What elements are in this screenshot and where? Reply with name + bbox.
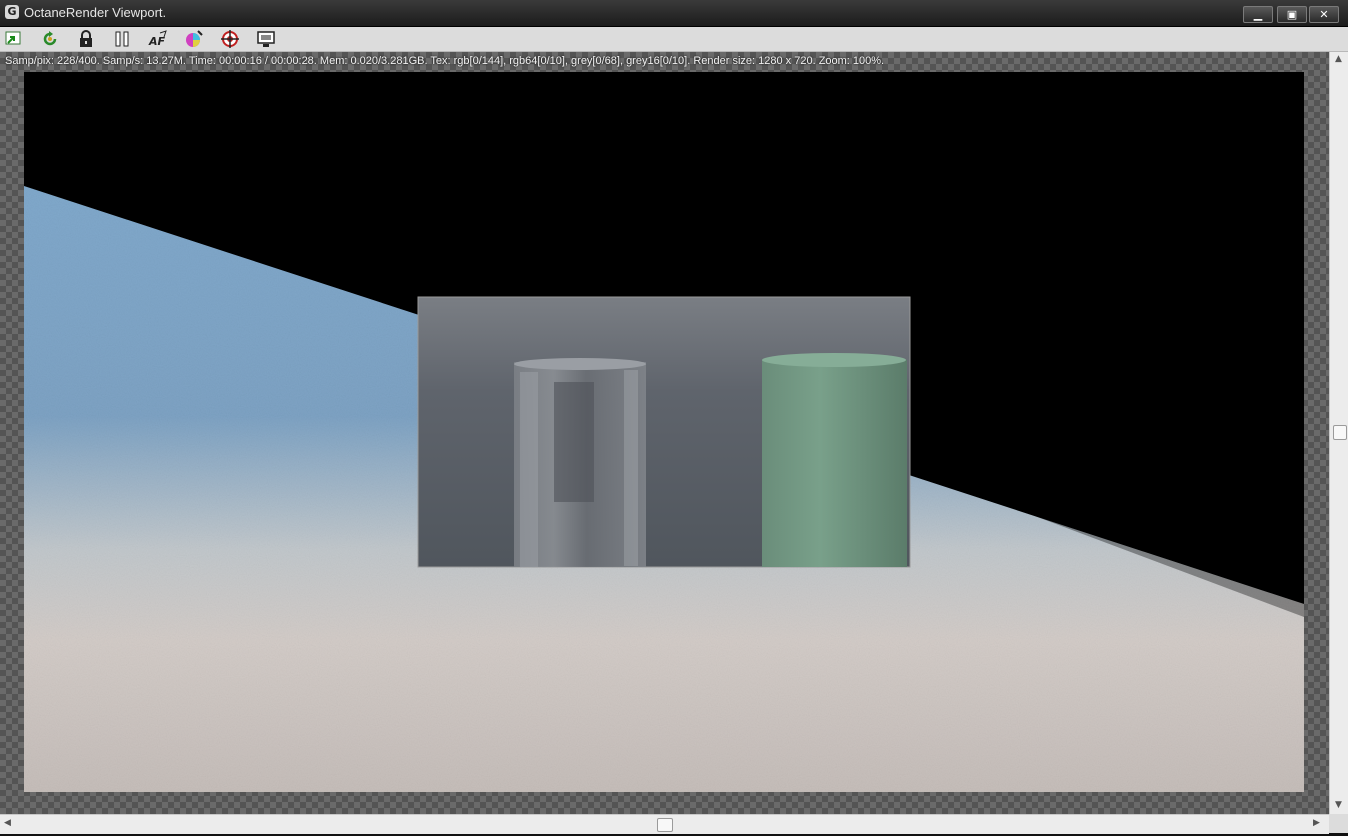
minimize-button[interactable]: ▁ [1243, 6, 1273, 23]
scroll-up-icon[interactable]: ▲ [1335, 54, 1342, 64]
restart-render-icon[interactable] [40, 29, 60, 49]
green-cylinder [762, 353, 907, 567]
scroll-right-icon[interactable]: ▶ [1313, 818, 1320, 828]
title-bar: G OctaneRender Viewport. ▁ ▣ ✕ [0, 0, 1348, 27]
close-button[interactable]: ✕ [1309, 6, 1339, 23]
render-status-text: Samp/pix: 228/400. Samp/s: 13.27M. Time:… [5, 55, 885, 67]
horizontal-scrollbar[interactable]: ◀ ▶ [0, 814, 1329, 834]
lock-icon[interactable] [76, 29, 96, 49]
vertical-scrollbar[interactable]: ▲ ▼ [1329, 52, 1348, 814]
svg-text:AF: AF [148, 35, 166, 48]
scrollbar-corner [1329, 814, 1348, 833]
send-scene-icon[interactable] [4, 29, 24, 49]
display-settings-icon[interactable] [256, 29, 276, 49]
render-image[interactable] [24, 72, 1304, 792]
auto-focus-icon[interactable]: AF [148, 29, 168, 49]
render-region[interactable] [417, 296, 911, 568]
window-title: OctaneRender Viewport. [24, 5, 167, 20]
region-target-icon[interactable] [220, 29, 240, 49]
scroll-left-icon[interactable]: ◀ [4, 818, 11, 828]
pause-icon[interactable] [112, 29, 132, 49]
scroll-down-icon[interactable]: ▼ [1335, 800, 1342, 810]
horizontal-scroll-thumb[interactable] [657, 818, 673, 832]
render-viewport[interactable]: Samp/pix: 228/400. Samp/s: 13.27M. Time:… [0, 52, 1329, 814]
glass-cylinder [514, 358, 646, 567]
viewport-toolbar: AF [0, 27, 1348, 52]
maximize-button[interactable]: ▣ [1277, 6, 1307, 23]
octane-logo-icon: G [5, 5, 19, 19]
color-picker-icon[interactable] [184, 29, 204, 49]
vertical-scroll-thumb[interactable] [1333, 425, 1347, 440]
